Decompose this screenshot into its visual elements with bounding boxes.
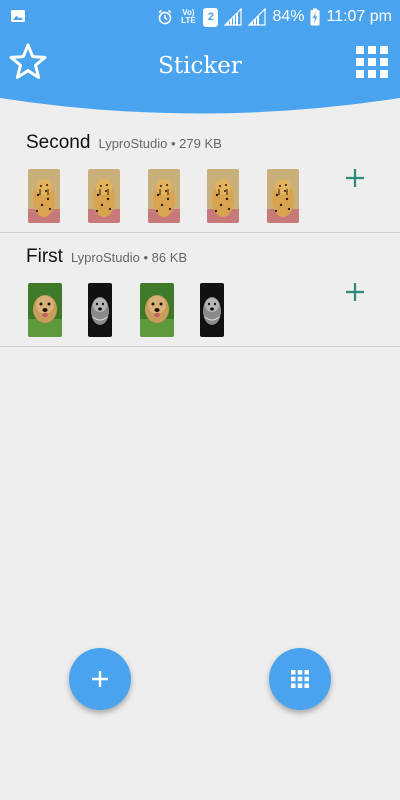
sticker-thumbnail xyxy=(200,283,224,337)
sticker-thumbnail xyxy=(28,169,60,223)
clock: 11:07 pm xyxy=(326,8,392,25)
pack-size: 86 KB xyxy=(151,250,188,265)
volte-label: Vo) LTE xyxy=(181,8,196,25)
plus-icon xyxy=(92,671,108,687)
sim-badge: 2 xyxy=(203,7,219,27)
plus-icon xyxy=(346,169,364,187)
pack-name: Second xyxy=(26,132,91,153)
battery-charging-icon xyxy=(310,8,320,26)
pack-size: 279 KB xyxy=(179,136,222,151)
signal-2-icon xyxy=(248,8,267,26)
pack-meta: LyproStudio • 86 KB xyxy=(71,250,187,265)
sticker-thumbnail xyxy=(267,169,299,223)
meta-separator: • xyxy=(170,136,176,151)
pack-publisher: LyproStudio xyxy=(98,136,168,151)
sticker-thumbnail xyxy=(140,283,174,337)
image-icon xyxy=(11,10,25,22)
status-bar: Vo) LTE 2 84% 11:07 pm xyxy=(0,0,400,34)
meta-separator: • xyxy=(143,250,149,265)
grid-icon xyxy=(291,670,309,688)
grid-view-fab[interactable] xyxy=(269,648,331,710)
app-bar: Sticker xyxy=(0,34,400,130)
battery-percent: 84% xyxy=(272,8,305,25)
create-pack-fab[interactable] xyxy=(69,648,131,710)
add-to-whatsapp-button[interactable] xyxy=(343,280,367,304)
signal-icon xyxy=(224,8,243,26)
alarm-icon xyxy=(158,9,172,25)
pack-name: First xyxy=(26,246,63,267)
add-to-whatsapp-button[interactable] xyxy=(343,166,367,190)
pack-publisher: LyproStudio xyxy=(70,250,140,265)
sticker-pack-second[interactable]: Second LyproStudio • 279 KB xyxy=(0,118,400,233)
pack-header: First LyproStudio • 86 KB xyxy=(26,246,187,268)
plus-icon xyxy=(346,283,364,301)
sticker-pack-first[interactable]: First LyproStudio • 86 KB xyxy=(0,232,400,347)
grid-icon xyxy=(356,46,388,78)
pack-header: Second LyproStudio • 279 KB xyxy=(26,132,222,154)
sticker-thumbnail xyxy=(88,169,120,223)
grid-view-button[interactable] xyxy=(354,44,390,80)
page-title: Sticker xyxy=(158,53,242,79)
pack-meta: LyproStudio • 279 KB xyxy=(98,136,221,151)
sticker-thumbnail xyxy=(207,169,239,223)
sticker-thumbnail xyxy=(28,283,62,337)
sticker-thumbnail xyxy=(88,283,112,337)
sticker-thumbnail xyxy=(148,169,180,223)
